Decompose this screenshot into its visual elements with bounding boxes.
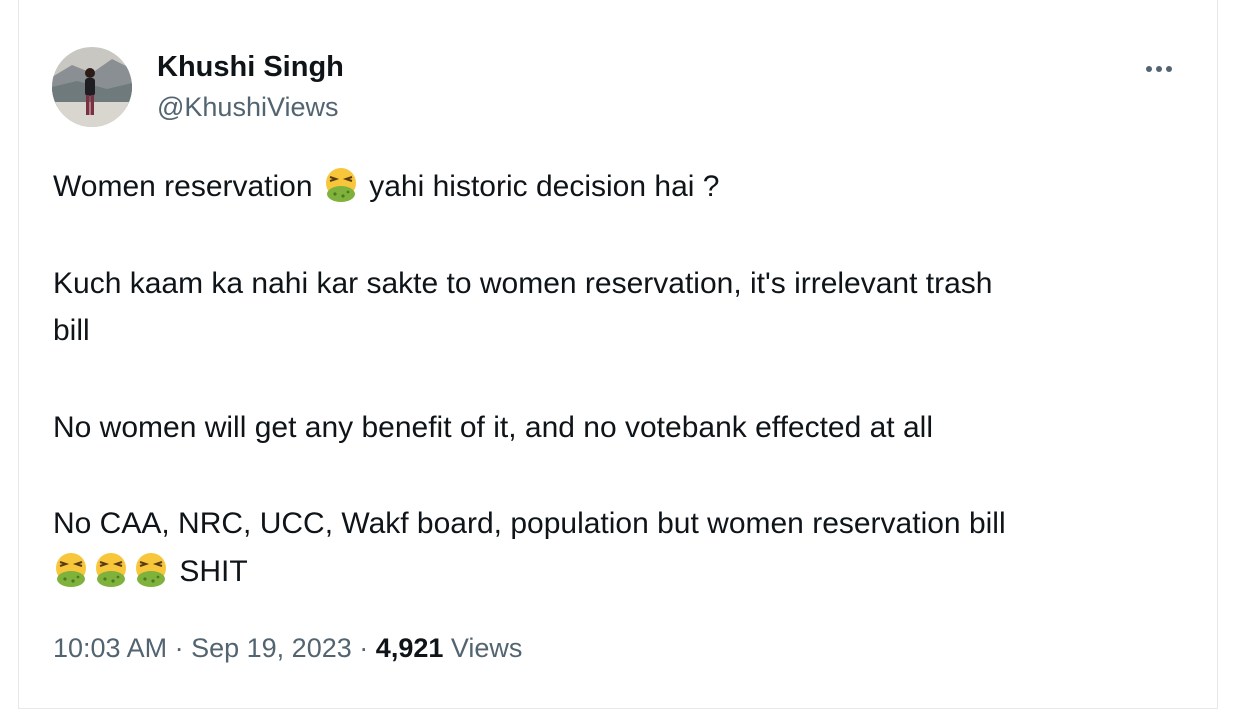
tweet-text-line-4: No women will get any benefit of it, and… xyxy=(53,411,933,444)
vomiting-face-icon xyxy=(323,167,359,203)
separator: · xyxy=(174,633,184,663)
vomiting-face-icon xyxy=(93,552,129,588)
tweet-text-line-2: Kuch kaam ka nahi kar sakte to women res… xyxy=(53,267,993,300)
tweet-date[interactable]: Sep 19, 2023 xyxy=(191,633,352,663)
tweet-text-line-5: No CAA, NRC, UCC, Wakf board, population… xyxy=(53,507,1006,540)
separator: · xyxy=(359,633,369,663)
tweet-text-segment: SHIT xyxy=(179,555,248,588)
author-name[interactable]: Khushi Singh xyxy=(157,50,344,84)
tweet-time[interactable]: 10:03 AM xyxy=(53,633,167,663)
vomiting-face-icon xyxy=(133,552,169,588)
views-count[interactable]: 4,921 xyxy=(376,633,444,663)
vomiting-face-icon xyxy=(53,552,89,588)
tweet-text-segment: Women reservation xyxy=(53,170,313,203)
tweet-text-line-1: Women reservation yahi historic decision… xyxy=(53,163,719,211)
dot xyxy=(1146,66,1152,72)
tweet-text-segment: yahi historic decision hai ? xyxy=(369,170,720,203)
tweet-meta: 10:03 AM · Sep 19, 2023 · 4,921 Views xyxy=(53,630,522,666)
more-dots-icon[interactable] xyxy=(1146,63,1182,75)
dot xyxy=(1166,66,1172,72)
avatar[interactable] xyxy=(52,47,132,127)
views-label[interactable]: Views xyxy=(451,633,523,663)
dot xyxy=(1156,66,1162,72)
tweet-text-line-6: SHIT xyxy=(53,548,248,596)
tweet-text-line-3: bill xyxy=(53,314,90,347)
author-handle[interactable]: @KhushiViews xyxy=(157,91,339,123)
